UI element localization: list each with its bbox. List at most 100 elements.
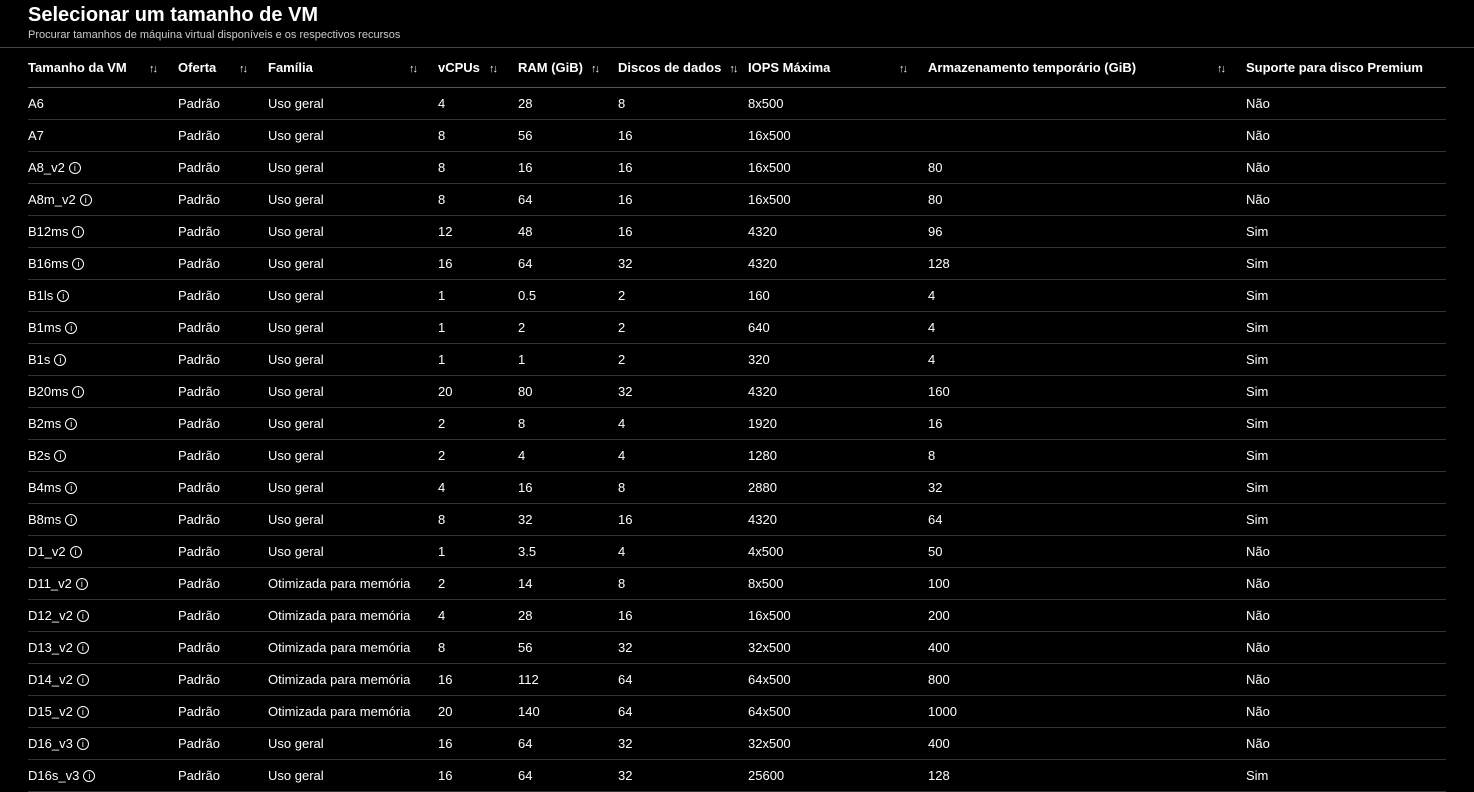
table-row[interactable]: D11_v2PadrãoOtimizada para memória21488x…: [28, 568, 1446, 600]
cell-disks-value: 64: [618, 704, 632, 719]
cell-premium: Sim: [1246, 384, 1446, 399]
table-row[interactable]: B1sPadrãoUso geral1123204Sim: [28, 344, 1446, 376]
cell-premium-value: Sim: [1246, 448, 1268, 463]
table-row[interactable]: B20msPadrãoUso geral2080324320160Sim: [28, 376, 1446, 408]
cell-vcpu-value: 16: [438, 256, 452, 271]
table-row[interactable]: A6PadrãoUso geral42888x500Não: [28, 88, 1446, 120]
table-row[interactable]: A8m_v2PadrãoUso geral8641616x50080Não: [28, 184, 1446, 216]
table-row[interactable]: B1lsPadrãoUso geral10.521604Sim: [28, 280, 1446, 312]
cell-family-value: Uso geral: [268, 320, 324, 335]
col-header-ram[interactable]: RAM (GiB)↑↓: [518, 60, 618, 75]
table-row[interactable]: A7PadrãoUso geral8561616x500Não: [28, 120, 1446, 152]
cell-size-value: B2s: [28, 448, 50, 463]
info-icon[interactable]: [77, 610, 89, 622]
table-row[interactable]: B12msPadrãoUso geral124816432096Sim: [28, 216, 1446, 248]
info-icon[interactable]: [57, 290, 69, 302]
table-row[interactable]: B1msPadrãoUso geral1226404Sim: [28, 312, 1446, 344]
cell-temp-value: 4: [928, 320, 935, 335]
col-header-iops[interactable]: IOPS Máxima↑↓: [748, 60, 928, 75]
col-header-premium[interactable]: Suporte para disco Premium: [1246, 60, 1446, 75]
col-header-offer[interactable]: Oferta↑↓: [178, 60, 268, 75]
cell-disks: 32: [618, 768, 748, 783]
cell-family-value: Uso geral: [268, 416, 324, 431]
col-header-family[interactable]: Família↑↓: [268, 60, 438, 75]
cell-ram: 2: [518, 320, 618, 335]
cell-temp-value: 100: [928, 576, 950, 591]
table-row[interactable]: D12_v2PadrãoOtimizada para memória428161…: [28, 600, 1446, 632]
info-icon[interactable]: [69, 162, 81, 174]
cell-temp: 4: [928, 320, 1246, 335]
table-row[interactable]: B16msPadrãoUso geral1664324320128Sim: [28, 248, 1446, 280]
cell-family-value: Uso geral: [268, 512, 324, 527]
cell-size: B4ms: [28, 480, 178, 495]
cell-iops: 1280: [748, 448, 928, 463]
info-icon[interactable]: [77, 642, 89, 654]
info-icon[interactable]: [77, 674, 89, 686]
cell-premium-value: Sim: [1246, 512, 1268, 527]
info-icon[interactable]: [65, 514, 77, 526]
cell-vcpu: 4: [438, 480, 518, 495]
info-icon[interactable]: [65, 482, 77, 494]
col-header-disks[interactable]: Discos de dados↑↓: [618, 60, 748, 75]
table-row[interactable]: D16_v3PadrãoUso geral16643232x500400Não: [28, 728, 1446, 760]
cell-vcpu: 8: [438, 128, 518, 143]
table-row[interactable]: D13_v2PadrãoOtimizada para memória856323…: [28, 632, 1446, 664]
cell-family-value: Uso geral: [268, 384, 324, 399]
cell-size: D15_v2: [28, 704, 178, 719]
cell-disks-value: 4: [618, 416, 625, 431]
table-row[interactable]: B2msPadrãoUso geral284192016Sim: [28, 408, 1446, 440]
page-subtitle: Procurar tamanhos de máquina virtual dis…: [28, 29, 1474, 41]
cell-vcpu-value: 16: [438, 672, 452, 687]
cell-disks-value: 8: [618, 576, 625, 591]
table-row[interactable]: D15_v2PadrãoOtimizada para memória201406…: [28, 696, 1446, 728]
cell-family-value: Uso geral: [268, 736, 324, 751]
cell-vcpu: 16: [438, 256, 518, 271]
info-icon[interactable]: [72, 226, 84, 238]
cell-premium-value: Não: [1246, 736, 1270, 751]
cell-temp-value: 160: [928, 384, 950, 399]
col-header-size[interactable]: Tamanho da VM↑↓: [28, 60, 178, 75]
info-icon[interactable]: [72, 258, 84, 270]
info-icon[interactable]: [65, 418, 77, 430]
cell-size: D1_v2: [28, 544, 178, 559]
info-icon[interactable]: [80, 194, 92, 206]
cell-offer-value: Padrão: [178, 576, 220, 591]
table-row[interactable]: D14_v2PadrãoOtimizada para memória161126…: [28, 664, 1446, 696]
table-row[interactable]: B4msPadrãoUso geral4168288032Sim: [28, 472, 1446, 504]
table-row[interactable]: D16s_v3PadrãoUso geral16643225600128Sim: [28, 760, 1446, 792]
info-icon[interactable]: [54, 450, 66, 462]
info-icon[interactable]: [83, 770, 95, 782]
cell-temp: 80: [928, 192, 1246, 207]
cell-temp: 128: [928, 256, 1246, 271]
cell-disks-value: 16: [618, 160, 632, 175]
cell-offer-value: Padrão: [178, 768, 220, 783]
info-icon[interactable]: [77, 738, 89, 750]
cell-iops: 64x500: [748, 704, 928, 719]
cell-vcpu: 8: [438, 192, 518, 207]
sort-icon: ↑↓: [591, 63, 598, 75]
table-row[interactable]: D1_v2PadrãoUso geral13.544x50050Não: [28, 536, 1446, 568]
cell-offer: Padrão: [178, 736, 268, 751]
info-icon[interactable]: [77, 706, 89, 718]
cell-premium-value: Não: [1246, 672, 1270, 687]
info-icon[interactable]: [72, 386, 84, 398]
cell-family: Uso geral: [268, 416, 438, 431]
table-row[interactable]: B2sPadrãoUso geral24412808Sim: [28, 440, 1446, 472]
cell-disks: 32: [618, 256, 748, 271]
col-header-vcpu[interactable]: vCPUs↑↓: [438, 60, 518, 75]
info-icon[interactable]: [70, 546, 82, 558]
col-header-temp[interactable]: Armazenamento temporário (GiB)↑↓: [928, 60, 1246, 75]
cell-iops: 32x500: [748, 736, 928, 751]
info-icon[interactable]: [65, 322, 77, 334]
cell-premium: Sim: [1246, 512, 1446, 527]
cell-ram: 112: [518, 672, 618, 687]
cell-vcpu-value: 8: [438, 192, 445, 207]
info-icon[interactable]: [54, 354, 66, 366]
table-row[interactable]: A8_v2PadrãoUso geral8161616x50080Não: [28, 152, 1446, 184]
cell-size-value: A8m_v2: [28, 192, 76, 207]
info-icon[interactable]: [76, 578, 88, 590]
cell-disks: 32: [618, 384, 748, 399]
cell-temp-value: 128: [928, 768, 950, 783]
cell-premium-value: Não: [1246, 96, 1270, 111]
table-row[interactable]: B8msPadrãoUso geral83216432064Sim: [28, 504, 1446, 536]
